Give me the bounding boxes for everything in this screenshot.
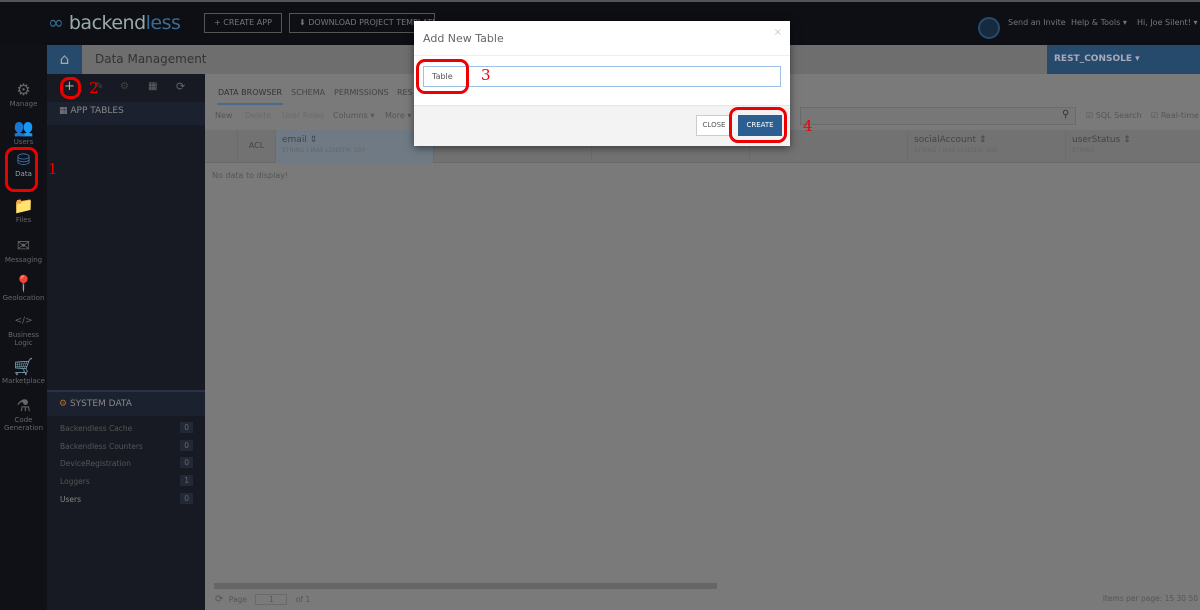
items-per-page[interactable]: Items per page: 15 30 50 xyxy=(1103,594,1198,603)
row-count-badge: 0 xyxy=(180,457,193,469)
row-count-badge: 0 xyxy=(180,439,193,451)
annotation-ring xyxy=(5,147,38,192)
logo[interactable]: ∞ backendless xyxy=(48,12,181,34)
gears-icon: ⚙ xyxy=(59,399,70,409)
column-name: socialAccount ⇕ xyxy=(914,135,987,145)
sidebar-item-geolocation[interactable]: 📍 Geolocation xyxy=(0,274,47,302)
table-name: Loggers xyxy=(60,477,90,487)
system-table-item[interactable]: Users 0 xyxy=(60,492,193,504)
sidebar-item-marketplace[interactable]: 🛒 Marketplace xyxy=(0,357,47,385)
envelope-icon: ✉ xyxy=(16,236,31,255)
search-icon[interactable]: ⚲ xyxy=(1062,109,1069,120)
tables-panel xyxy=(47,74,205,610)
sidebar-item-business-logic[interactable]: </> Business Logic xyxy=(0,311,47,347)
settings-icon[interactable]: ⚙ xyxy=(120,81,129,92)
column-header[interactable]: userStatus ⇕ STRING xyxy=(1065,130,1200,163)
home-button[interactable]: ⌂ xyxy=(47,45,82,74)
tab-restconsole[interactable]: RES xyxy=(397,88,413,97)
checkbox-icon: ☑ xyxy=(1151,111,1161,120)
horizontal-scrollbar[interactable] xyxy=(214,583,717,589)
row-count-badge: 0 xyxy=(180,492,193,504)
column-header[interactable]: email ⇕ STRING | MAX LENGTH: 500 xyxy=(275,130,433,163)
tab-data-browser[interactable]: DATA BROWSER xyxy=(218,88,282,97)
sidebar-item-files[interactable]: 📁 Files xyxy=(0,196,47,224)
sidebar-item-users[interactable]: 👥 Users xyxy=(0,118,47,146)
sidebar-item-label: Files xyxy=(15,216,32,224)
tab-permissions[interactable]: PERMISSIONS xyxy=(334,88,389,97)
sidebar-item-label: Geolocation xyxy=(2,294,45,302)
new-button[interactable]: New xyxy=(215,111,232,120)
delete-button[interactable]: Delete xyxy=(245,111,271,120)
user-menu[interactable]: Hi, Joe Silent! ▾ xyxy=(1137,18,1197,27)
users-icon: 👥 xyxy=(13,118,34,137)
cart-icon: 🛒 xyxy=(13,357,34,376)
row-count-badge: 0 xyxy=(180,422,193,433)
columns-dropdown[interactable]: Columns ▾ xyxy=(333,111,374,120)
page-title: Data Management xyxy=(95,52,207,66)
column-type: STRING | MAX LENGTH: 500 xyxy=(282,147,366,154)
create-app-button[interactable]: + CREATE APP xyxy=(204,13,282,33)
table-name: DeviceRegistration xyxy=(60,459,131,469)
system-table-item[interactable]: Backendless Cache 0 xyxy=(60,422,193,433)
sql-search-checkbox[interactable]: ☑ SQL Search xyxy=(1086,111,1142,120)
refresh-icon[interactable]: ⟳ xyxy=(215,594,223,605)
annotation-ring xyxy=(729,107,787,143)
code-icon: </> xyxy=(14,316,33,326)
sidebar-item-label: Code Generation xyxy=(3,416,44,432)
annotation-ring xyxy=(416,59,469,94)
sidebar-item-label: Messaging xyxy=(4,256,43,264)
sidebar-item-label: Users xyxy=(13,138,34,146)
lock-icon[interactable] xyxy=(978,17,1000,39)
column-acl[interactable]: ACL xyxy=(237,130,275,163)
sidebar-item-label: Business Logic xyxy=(8,331,39,347)
gear-icon: ⚙ xyxy=(16,80,31,99)
annotation-ring xyxy=(60,77,81,99)
table-name: Backendless Counters xyxy=(60,441,143,451)
column-type: STRING xyxy=(1072,147,1095,154)
system-table-item[interactable]: Backendless Counters 0 xyxy=(60,439,193,451)
sidebar-item-label: Marketplace xyxy=(2,377,45,385)
annotation-label: 4 xyxy=(803,117,813,135)
send-invite-link[interactable]: Send an Invite xyxy=(1008,18,1066,27)
checkbox-icon: ☑ xyxy=(1086,111,1096,120)
tab-schema[interactable]: SCHEMA xyxy=(291,88,325,97)
system-data-header: ⚙ SYSTEM DATA xyxy=(47,390,205,416)
rest-console-dropdown[interactable]: REST_CONSOLE ▾ xyxy=(1047,45,1200,74)
flask-icon: ⚗ xyxy=(16,396,31,415)
annotation-label: 2 xyxy=(89,79,99,97)
table-name: Users xyxy=(60,494,82,504)
column-name: email ⇕ xyxy=(282,135,318,145)
annotation-label: 1 xyxy=(48,160,58,178)
table-name-input[interactable] xyxy=(423,66,781,87)
sidebar-item-code-generation[interactable]: ⚗ Code Generation xyxy=(0,396,47,432)
sidebar-item-manage[interactable]: ⚙ Manage xyxy=(0,80,47,108)
dialog-title: Add New Table xyxy=(423,32,504,45)
sidebar-item-messaging[interactable]: ✉ Messaging xyxy=(0,236,47,264)
system-table-item[interactable]: DeviceRegistration 0 xyxy=(60,457,193,469)
sidebar-item-label: Manage xyxy=(9,100,38,108)
empty-message: No data to display! xyxy=(212,171,289,180)
map-pin-icon: 📍 xyxy=(13,274,34,293)
column-name: userStatus ⇕ xyxy=(1072,135,1131,145)
row-count-badge: 1 xyxy=(180,475,193,487)
user-roles-button[interactable]: User Roles xyxy=(282,111,324,120)
pagination: ⟳ Page 1 of 1 Items per page: 15 30 50 xyxy=(215,594,1198,605)
more-dropdown[interactable]: More ▾ xyxy=(385,111,411,120)
folder-icon: 📁 xyxy=(13,196,34,215)
system-table-item[interactable]: Loggers 1 xyxy=(60,475,193,487)
close-button[interactable]: CLOSE xyxy=(696,115,732,136)
app-tables-header: ▦ APP TABLES xyxy=(47,102,205,125)
annotation-label: 3 xyxy=(481,66,491,84)
column-header[interactable]: socialAccount ⇕ STRING | MAX LENGTH: 500 xyxy=(907,130,1065,163)
search-input[interactable] xyxy=(800,107,1076,125)
help-tools-menu[interactable]: Help & Tools ▾ xyxy=(1071,18,1127,27)
book-icon[interactable]: ▦ xyxy=(148,81,157,92)
close-icon[interactable]: × xyxy=(774,27,782,38)
table-icon: ▦ xyxy=(59,106,71,116)
realtime-checkbox[interactable]: ☑ Real-time xyxy=(1151,111,1199,120)
table-name: Backendless Cache xyxy=(60,424,133,433)
page-input[interactable]: 1 xyxy=(255,594,288,605)
refresh-icon[interactable]: ⟳ xyxy=(176,80,185,93)
column-type: STRING | MAX LENGTH: 500 xyxy=(914,147,998,154)
